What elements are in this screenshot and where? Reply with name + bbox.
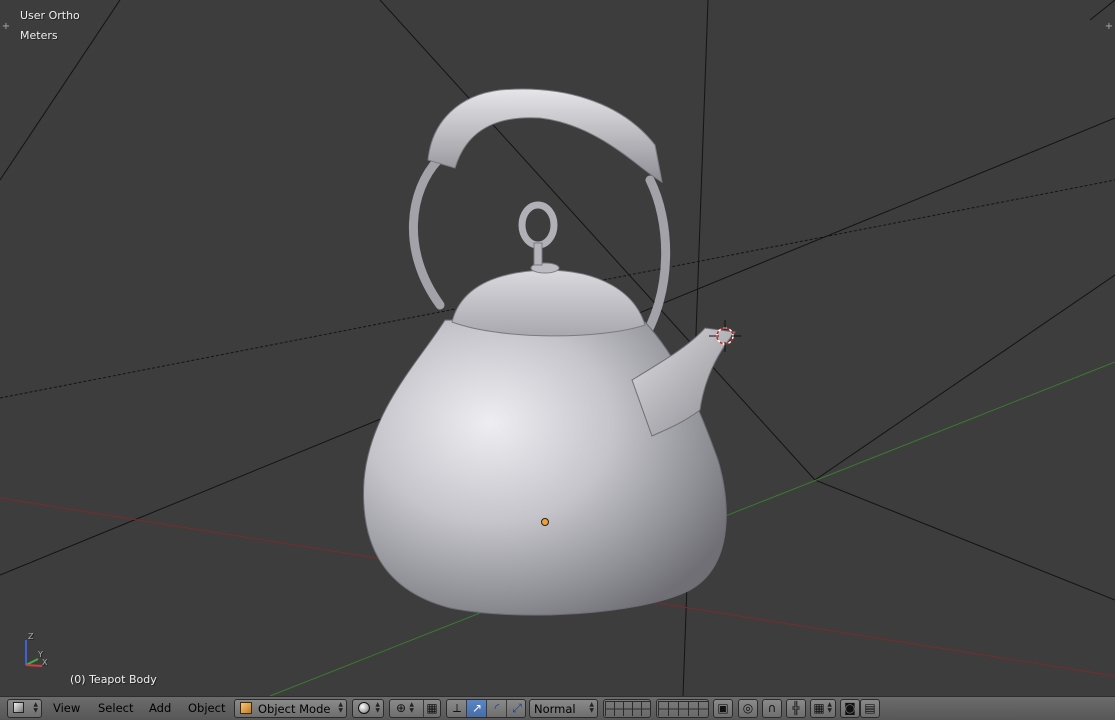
units-label: Meters (20, 29, 58, 42)
layer-grid[interactable] (658, 701, 708, 716)
snap-align-button[interactable]: ▦ ▲ ▼ (810, 699, 836, 718)
menu-select[interactable]: Select (98, 701, 133, 715)
mode-label: Object Mode (258, 702, 331, 716)
object-label: (0) Teapot Body (70, 673, 157, 686)
3d-view-header: ▲ ▼ View Select Add Object Object Mode ▲ ▼… (0, 696, 1115, 720)
orientation-label: Normal (534, 702, 576, 716)
proportional-edit-icon: ◎ (742, 701, 754, 715)
viewport-shading-dropdown[interactable]: ▲ ▼ (352, 699, 384, 718)
clapper-icon: ▤ (864, 701, 876, 715)
mode-dropdown[interactable]: Object Mode ▲ ▼ (234, 699, 347, 718)
snap-target-icon: ╬ (792, 701, 800, 715)
vertex-snap-icon[interactable]: ▦ (423, 700, 440, 717)
snap-toggle-button[interactable]: ∩ (762, 699, 782, 718)
corner-plus-icon[interactable]: + (1, 22, 11, 32)
transform-orientation-dropdown[interactable]: Normal ▲ ▼ (529, 699, 598, 718)
chevron-updown-icon: ▲ ▼ (589, 701, 594, 714)
menu-add[interactable]: Add (149, 701, 171, 715)
chevron-updown-icon: ▲ ▼ (375, 701, 380, 714)
menu-view[interactable]: View (53, 701, 80, 715)
manipulator-group: ⟂ ↗ ◜ ⤢ (446, 699, 526, 718)
layers-block-1[interactable] (603, 699, 651, 718)
translate-manipulator-button[interactable]: ↗ (467, 700, 487, 717)
manipulator-toggle-button[interactable]: ⟂ (447, 700, 467, 717)
view-label: User Ortho (20, 9, 80, 22)
chevron-updown-icon: ▲ ▼ (338, 701, 343, 714)
opengl-animation-button[interactable]: ▤ (860, 699, 880, 718)
scene-canvas[interactable] (0, 0, 1115, 696)
axis-label-x: X (42, 658, 48, 667)
teapot-model[interactable] (363, 88, 736, 616)
layers-block-2[interactable] (656, 699, 709, 718)
3d-viewport[interactable]: + + User Ortho Meters (0) Teapot Body Z … (0, 0, 1115, 696)
lock-icon: ▣ (717, 701, 729, 715)
object-origin-dot (541, 518, 549, 526)
render-icon: ◙ (844, 701, 856, 715)
magnet-snap-icon: ∩ (767, 701, 777, 715)
pivot-point-icon: ⊕ (395, 701, 407, 715)
chevron-updown-icon: ▲ ▼ (33, 701, 38, 714)
scale-manipulator-button[interactable]: ⤢ (507, 700, 526, 717)
translate-arrow-icon: ↗ (471, 701, 483, 715)
scale-icon: ⤢ (512, 701, 522, 715)
menu-object[interactable]: Object (188, 701, 225, 715)
snap-element-dropdown[interactable]: ╬ (786, 699, 806, 718)
solid-sphere-icon (358, 702, 370, 714)
chevron-updown-icon: ▲ ▼ (827, 701, 832, 714)
pivot-point-dropdown[interactable]: ⊕ ▲ ▼ ▦ (389, 699, 441, 718)
opengl-render-button[interactable]: ◙ (840, 699, 860, 718)
corner-plus-icon[interactable]: + (1104, 22, 1114, 32)
rotate-manipulator-button[interactable]: ◜ (487, 700, 507, 717)
layer-grid[interactable] (605, 701, 650, 716)
object-mode-cube-icon (240, 702, 252, 714)
manipulator-toggle-icon: ⟂ (452, 701, 461, 715)
axis-label-z: Z (28, 632, 34, 641)
snap-align-icon: ▦ (813, 701, 825, 715)
rotate-arc-icon: ◜ (494, 701, 500, 715)
lock-layers-button[interactable]: ▣ (713, 699, 733, 718)
proportional-edit-button[interactable]: ◎ (738, 699, 758, 718)
editor-type-button[interactable]: ▲ ▼ (7, 699, 42, 718)
cube-icon (13, 702, 24, 713)
chevron-updown-icon: ▲ ▼ (409, 701, 414, 714)
